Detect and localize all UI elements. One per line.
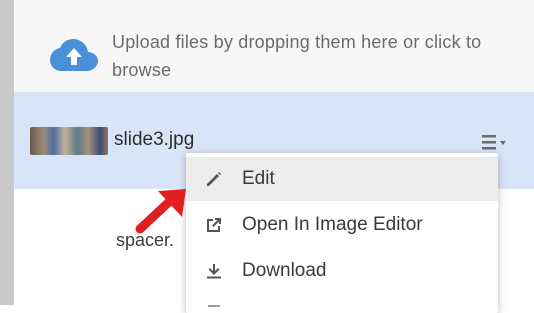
red-arrow-icon — [135, 189, 186, 234]
menu-item-label: Edit — [242, 168, 275, 189]
menu-item-partial — [186, 295, 242, 313]
menu-item-download[interactable]: Download — [186, 249, 498, 293]
open-external-icon — [186, 203, 242, 247]
file-name[interactable]: slide3.jpg — [114, 129, 194, 151]
menu-item-label: Open In Image Editor — [242, 214, 423, 235]
menu-item-open-in-image-editor[interactable]: Open In Image Editor — [186, 203, 498, 247]
file-context-menu: Edit Open In Image Editor Download — [186, 153, 498, 313]
menu-item-label: Download — [242, 260, 327, 281]
upload-instructions[interactable]: Upload files by dropping them here or cl… — [112, 28, 502, 84]
menu-item-edit[interactable]: Edit — [186, 157, 498, 201]
list-dropdown-icon[interactable] — [480, 132, 510, 154]
image-thumbnail — [30, 127, 108, 155]
sidebar-edge — [0, 0, 14, 305]
pencil-icon — [186, 157, 242, 201]
cloud-upload-icon — [50, 39, 98, 71]
download-icon — [186, 249, 242, 293]
